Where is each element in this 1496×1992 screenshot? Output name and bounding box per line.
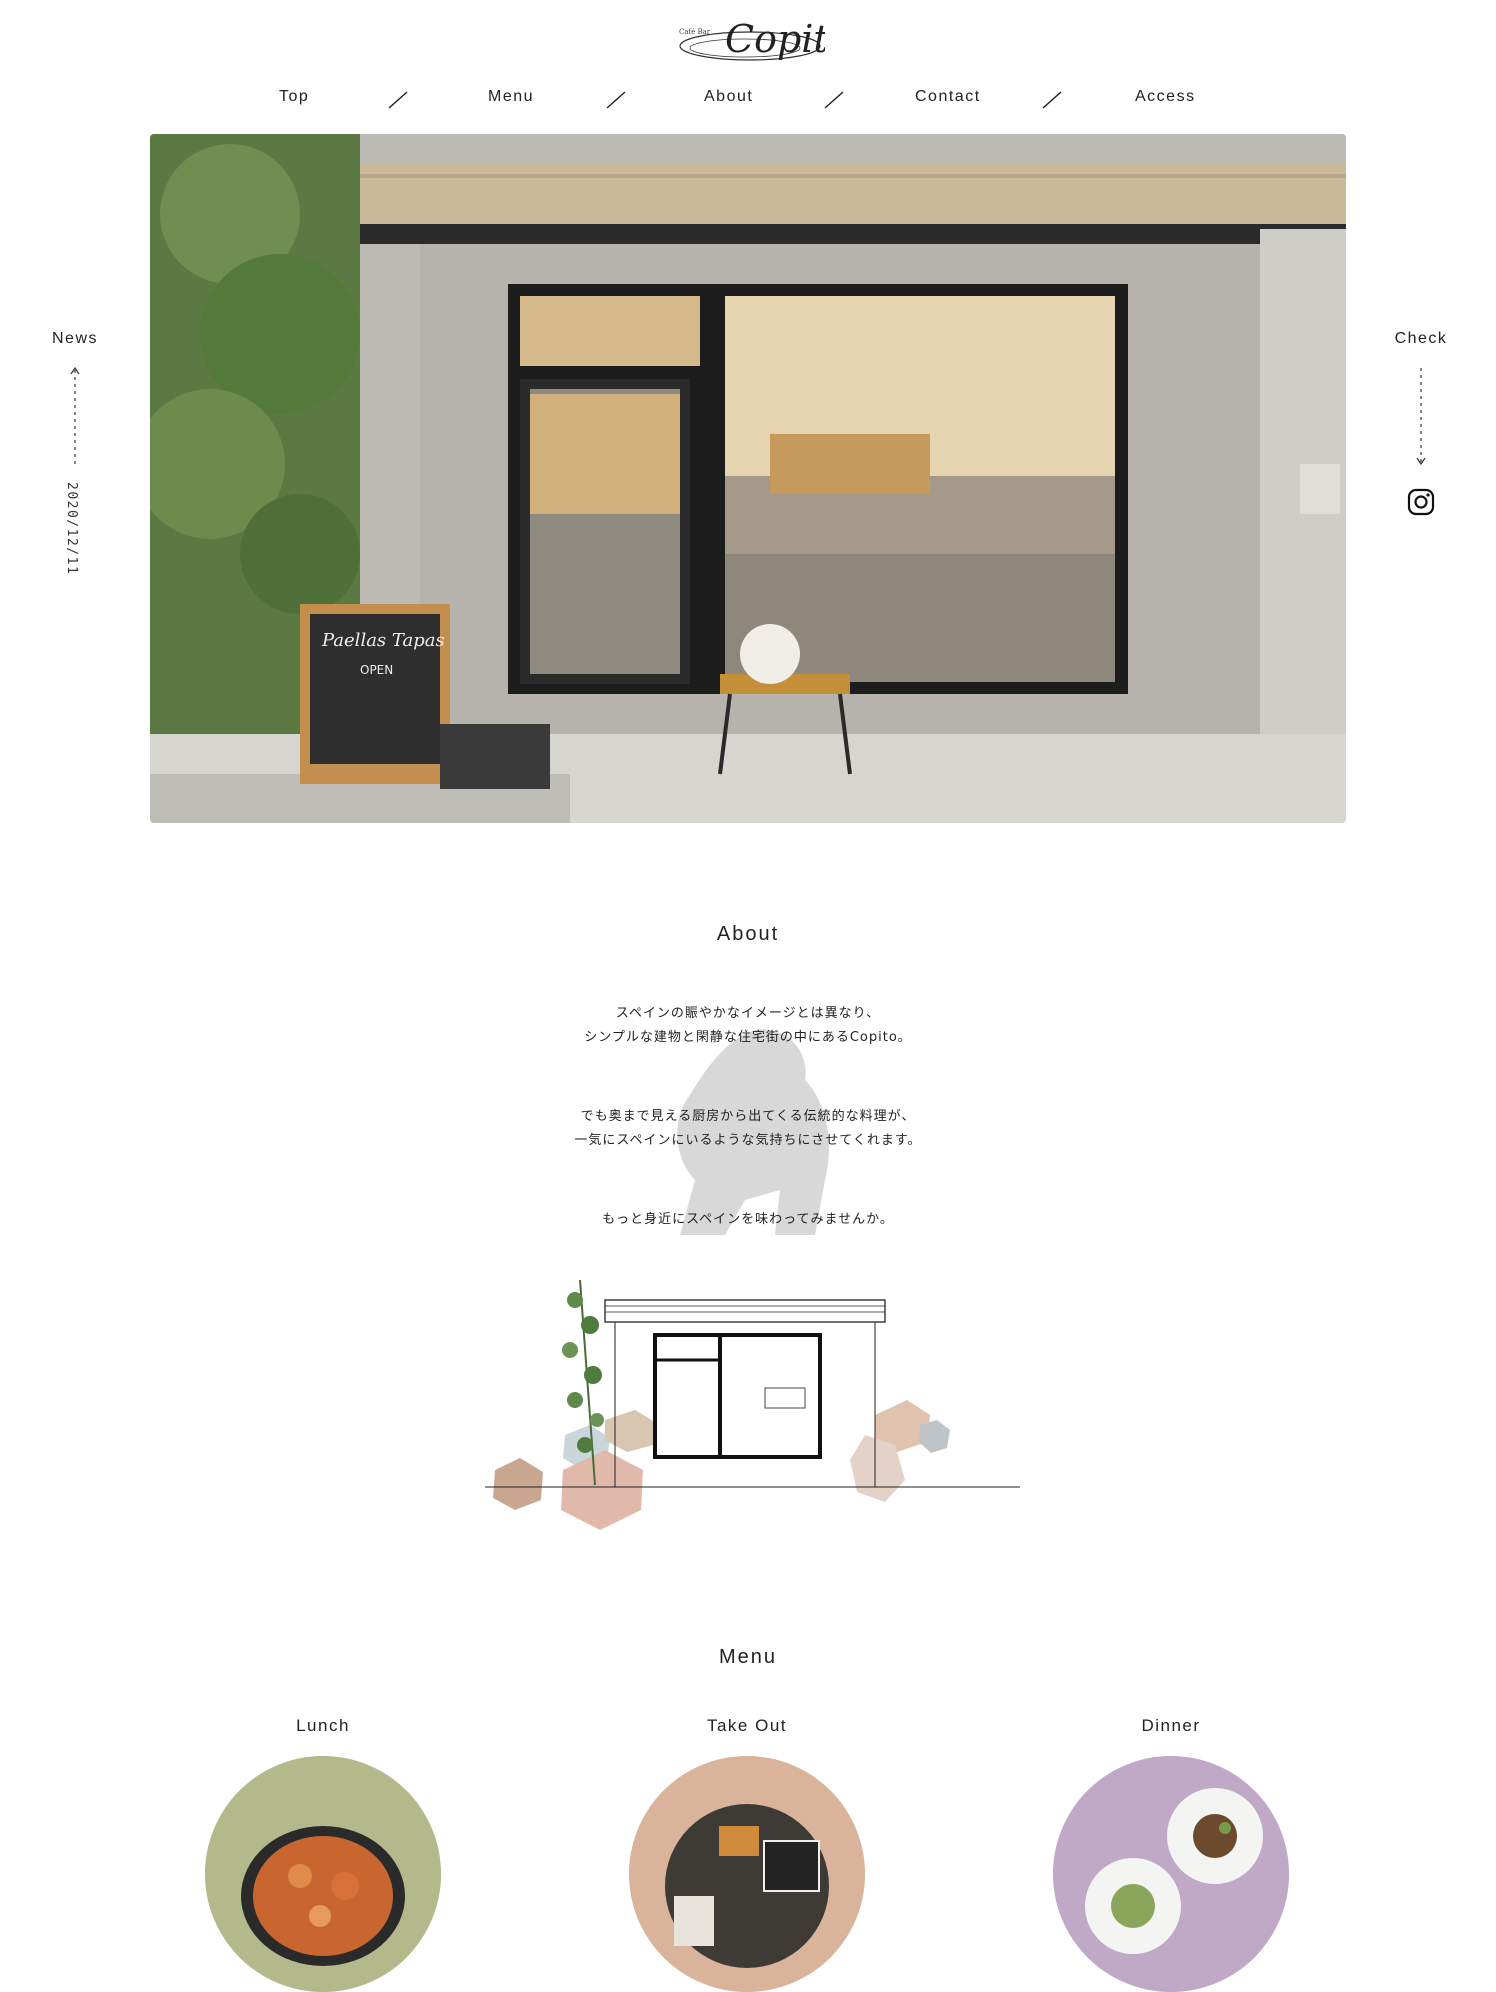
site-logo[interactable]: Café Bar Copito: [675, 10, 825, 70]
menu-title: Menu: [718, 1646, 778, 1668]
nav-item-about[interactable]: About: [704, 88, 753, 106]
about-paragraph-1: スペインの賑やかなイメージとは異なり、 シンプルな建物と閑静な住宅街の中にあるC…: [0, 1002, 1496, 1050]
main-nav: Top Menu About Contact Access: [0, 88, 1496, 118]
about-line: スペインの賑やかなイメージとは異なり、: [615, 1006, 881, 1021]
storefront-illustration: [485, 1279, 1020, 1530]
arrow-up-icon: [70, 366, 80, 464]
logo-text: Copito: [725, 17, 825, 61]
instagram-icon[interactable]: [1407, 488, 1435, 516]
menu-card-lunch-image[interactable]: [205, 1756, 441, 1992]
nav-item-contact[interactable]: Contact: [915, 88, 981, 106]
about-paragraph-2: でも奥まで見える厨房から出てくる伝統的な料理が、 一気にスペインにいるような気持…: [0, 1105, 1496, 1153]
check-side-panel: Check: [1394, 330, 1448, 474]
news-side-panel[interactable]: News: [48, 330, 102, 474]
about-line: シンプルな建物と閑静な住宅街の中にあるCopito。: [584, 1030, 912, 1045]
nav-item-top[interactable]: Top: [279, 88, 309, 106]
menu-card-takeout-image[interactable]: [629, 1756, 865, 1992]
news-date: 2020/12/11: [64, 482, 79, 576]
menu-card-lunch-title[interactable]: Lunch: [203, 1716, 443, 1736]
nav-separator: [1042, 91, 1062, 109]
logo-small-text: Café Bar: [679, 28, 711, 36]
news-label[interactable]: News: [48, 330, 102, 348]
nav-separator: [606, 91, 626, 109]
about-line: もっと身近にスペインを味わってみませんか。: [602, 1212, 894, 1227]
menu-card-takeout-title[interactable]: Take Out: [627, 1716, 867, 1736]
hero-storefront-photo: Paellas Tapas OPEN: [150, 134, 1346, 823]
nav-separator: [388, 91, 408, 109]
nav-separator: [824, 91, 844, 109]
menu-card-dinner-title[interactable]: Dinner: [1051, 1716, 1291, 1736]
chalkboard-open: OPEN: [360, 663, 393, 677]
chalkboard-title: Paellas Tapas: [321, 630, 445, 651]
about-line: 一気にスペインにいるような気持ちにさせてくれます。: [574, 1133, 922, 1148]
nav-item-access[interactable]: Access: [1135, 88, 1196, 106]
about-paragraph-3: もっと身近にスペインを味わってみませんか。: [0, 1208, 1496, 1232]
nav-item-menu[interactable]: Menu: [488, 88, 534, 106]
arrow-down-icon: [1416, 368, 1426, 466]
menu-card-dinner-image[interactable]: [1053, 1756, 1289, 1992]
check-label: Check: [1394, 330, 1448, 347]
about-title: About: [716, 923, 780, 945]
about-line: でも奥まで見える厨房から出てくる伝統的な料理が、: [580, 1109, 916, 1124]
